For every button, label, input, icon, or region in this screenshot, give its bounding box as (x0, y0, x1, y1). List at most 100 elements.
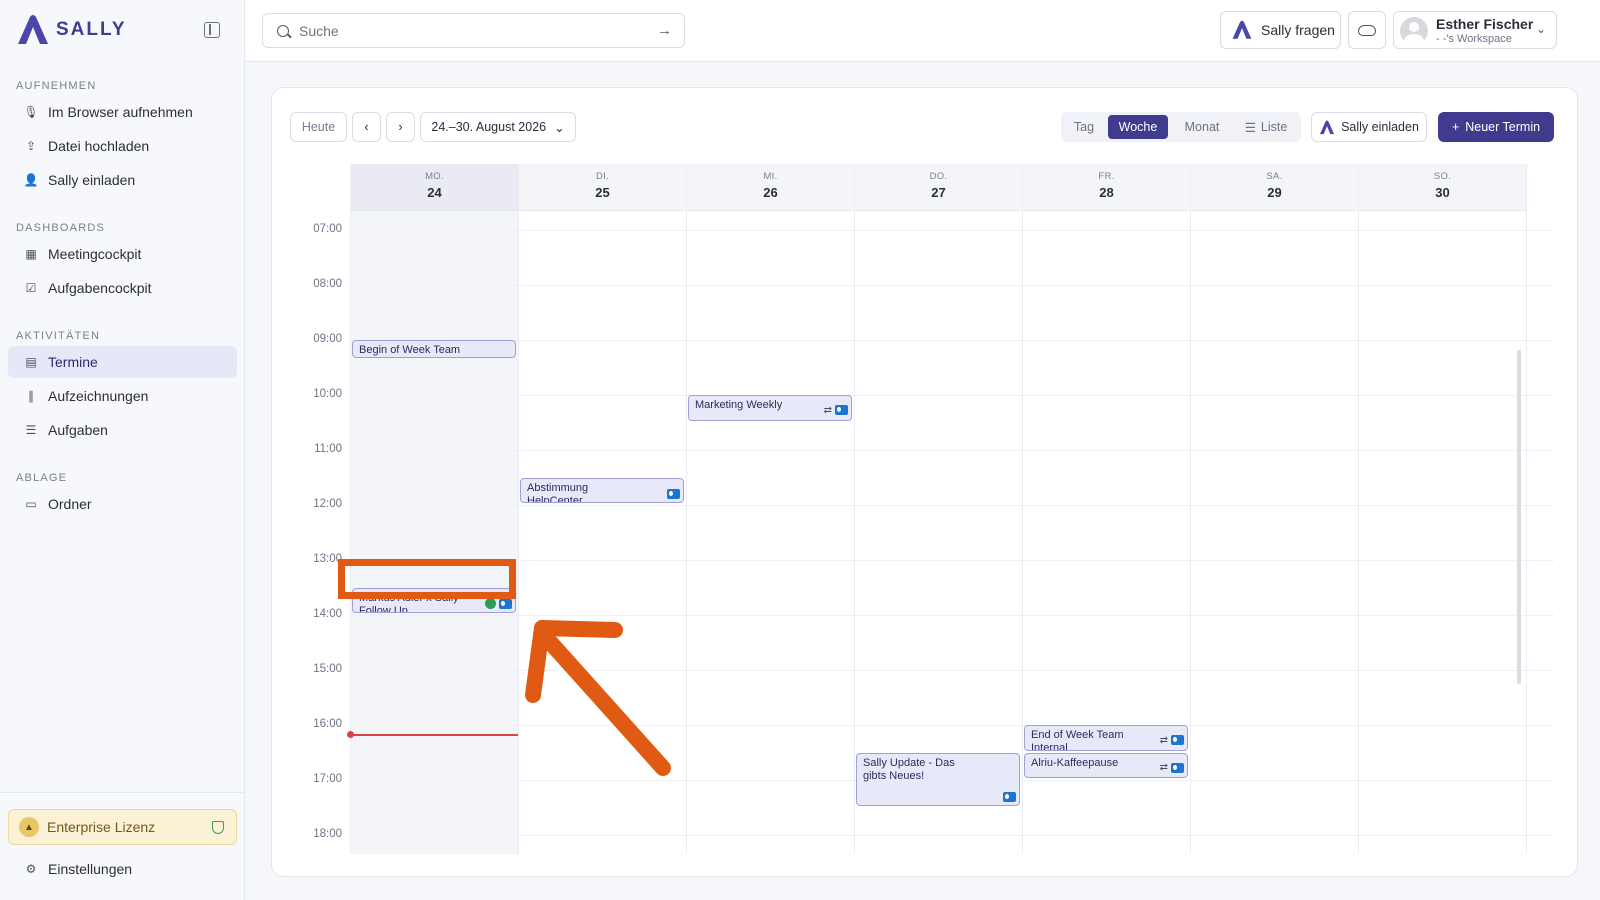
today-button[interactable]: Heute (290, 112, 347, 142)
outlook-icon (1171, 735, 1184, 745)
section-title-aufnehmen: AUFNEHMEN (16, 80, 97, 92)
shield-check-icon (212, 821, 224, 834)
chevron-left-icon: ‹ (364, 120, 369, 134)
calendar-icon: ▤ (25, 355, 37, 369)
view-list-tab[interactable]: ☰ Liste (1237, 115, 1295, 139)
hour-line (350, 450, 1554, 451)
sally-logo-icon (18, 15, 48, 44)
calendar-event[interactable]: Marketing Weekly ⇄ (688, 395, 852, 421)
week-grid: 07:00 08:00 09:00 10:00 11:00 12:00 13:00 14:00… (296, 164, 1554, 854)
nav-item-aufzeichnungen[interactable]: ∥ Aufzeichnungen (8, 380, 237, 412)
topbar: → Sally fragen Esther Fischer - -'s Work… (245, 0, 1600, 62)
plus-icon: + (1451, 120, 1460, 134)
calendar-event[interactable]: Alriu-Kaffeepause ⇄ (1024, 752, 1188, 778)
nav-item-aufgaben[interactable]: ☰ Aufgaben (8, 414, 237, 446)
new-event-label: Neuer Termin (1465, 120, 1541, 134)
user-menu[interactable]: Esther Fischer - -'s Workspace ⌄ (1393, 11, 1557, 49)
time-label: 09:00 (313, 333, 342, 345)
nav-item-label: Datei hochladen (48, 138, 150, 154)
grid-icon: ▦ (25, 247, 37, 261)
event-title: Alriu-Kaffeepause (1031, 756, 1119, 769)
time-label: 16:00 (313, 718, 342, 730)
next-week-button[interactable]: › (386, 112, 415, 142)
section-title-dashboards: DASHBOARDS (16, 222, 106, 234)
calendar-card: Heute ‹ › 24.–30. August 2026 ⌄ Tag Woch… (271, 87, 1578, 877)
nav-item-label: Ordner (48, 496, 92, 512)
sync-button[interactable] (1348, 11, 1386, 49)
nav-item-browser-record[interactable]: 🎙 Im Browser aufnehmen (8, 96, 237, 128)
chevron-down-icon: ⌄ (1535, 22, 1546, 36)
nav-item-meetingcockpit[interactable]: ▦ Meetingcockpit (8, 238, 237, 270)
prev-week-button[interactable]: ‹ (352, 112, 381, 142)
day-of-week: SO. (1433, 171, 1452, 182)
event-title: Begin of Week Team Internal (359, 344, 461, 356)
date-range-label: 24.–30. August 2026 (431, 120, 547, 134)
sally-logo-icon (1232, 20, 1252, 39)
avatar (1400, 17, 1428, 45)
day-header[interactable]: SO. 30 (1359, 164, 1526, 211)
time-label: 10:00 (313, 388, 342, 400)
view-month-tab[interactable]: Monat (1173, 115, 1231, 139)
day-number: 29 (1267, 185, 1282, 200)
list-icon: ☰ (1244, 120, 1256, 135)
nav-item-label: Aufgaben (48, 422, 108, 438)
event-title: Abstimmung HelpCenter (527, 481, 589, 503)
hour-line (350, 285, 1554, 286)
nav-item-ordner[interactable]: ▭ Ordner (8, 488, 237, 520)
day-number: 25 (595, 185, 610, 200)
nav-item-label: Aufgabencockpit (48, 280, 152, 296)
nav-item-settings[interactable]: ⚙ Einstellungen (8, 853, 237, 885)
calendar-event[interactable]: Begin of Week Team Internal (352, 340, 516, 358)
sally-logo[interactable]: SALLY (16, 14, 127, 46)
day-column-divider (1022, 164, 1023, 854)
collapse-sidebar-icon[interactable] (204, 22, 220, 38)
enterprise-license-badge[interactable]: ▲ Enterprise Lizenz (8, 809, 237, 845)
calendar-event[interactable]: Abstimmung HelpCenter (520, 477, 684, 503)
time-label: 18:00 (313, 828, 342, 840)
time-label: 17:00 (313, 773, 342, 785)
day-column-divider (854, 164, 855, 854)
calendar-event[interactable]: Sally Update - Das gibts Neues! (856, 752, 1020, 806)
day-header[interactable]: MO. 24 (351, 164, 518, 211)
ask-sally-button[interactable]: Sally fragen (1220, 11, 1341, 49)
sidebar-footer: ▲ Enterprise Lizenz ⚙ Einstellungen (0, 792, 245, 900)
view-day-tab[interactable]: Tag (1065, 115, 1103, 139)
nav-item-termine[interactable]: ▤ Termine (8, 346, 237, 378)
view-week-tab[interactable]: Woche (1108, 115, 1168, 139)
day-header[interactable]: DO. 27 (855, 164, 1022, 211)
cloud-icon (1358, 24, 1376, 36)
event-icons: ⇄ (824, 404, 848, 417)
license-label: Enterprise Lizenz (47, 819, 156, 835)
hour-line (350, 340, 1554, 341)
day-header[interactable]: SA. 29 (1191, 164, 1358, 211)
arrow-right-icon[interactable]: → (657, 22, 672, 39)
calendar-event[interactable]: End of Week Team Internal ⇄ (1024, 725, 1188, 751)
event-icons (1003, 791, 1016, 802)
section-title-ablage: ABLAGE (16, 472, 68, 484)
day-of-week: DI. (595, 171, 610, 182)
date-range-picker[interactable]: 24.–30. August 2026 ⌄ (420, 112, 576, 142)
new-event-button[interactable]: + Neuer Termin (1438, 112, 1554, 142)
repeat-icon: ⇄ (1159, 734, 1168, 746)
invite-sally-button[interactable]: Sally einladen (1311, 112, 1427, 142)
time-label: 12:00 (313, 498, 342, 510)
user-plus-icon: 👤 (23, 173, 39, 187)
day-header[interactable]: MI. 26 (687, 164, 854, 211)
search-box[interactable]: → (262, 13, 685, 48)
day-header[interactable]: FR. 28 (1023, 164, 1190, 211)
search-input[interactable] (299, 22, 639, 39)
outlook-icon (1003, 791, 1016, 802)
event-title: End of Week Team Internal (1031, 729, 1124, 751)
nav-item-invite-sally[interactable]: 👤 Sally einladen (8, 164, 237, 196)
checkbox-icon: ☑ (25, 281, 37, 295)
day-column-divider (350, 164, 351, 854)
nav-item-aufgabencockpit[interactable]: ☑ Aufgabencockpit (8, 272, 237, 304)
day-header[interactable]: DI. 25 (519, 164, 686, 211)
nav-item-label: Termine (48, 354, 98, 370)
view-switcher: Tag Woche Monat ☰ Liste (1061, 112, 1301, 142)
nav-item-upload[interactable]: ⇪ Datei hochladen (8, 130, 237, 162)
scrollbar[interactable] (1517, 350, 1521, 684)
nav-item-label: Im Browser aufnehmen (48, 104, 193, 120)
day-of-week: FR. (1098, 171, 1115, 182)
hour-line (350, 560, 1554, 561)
